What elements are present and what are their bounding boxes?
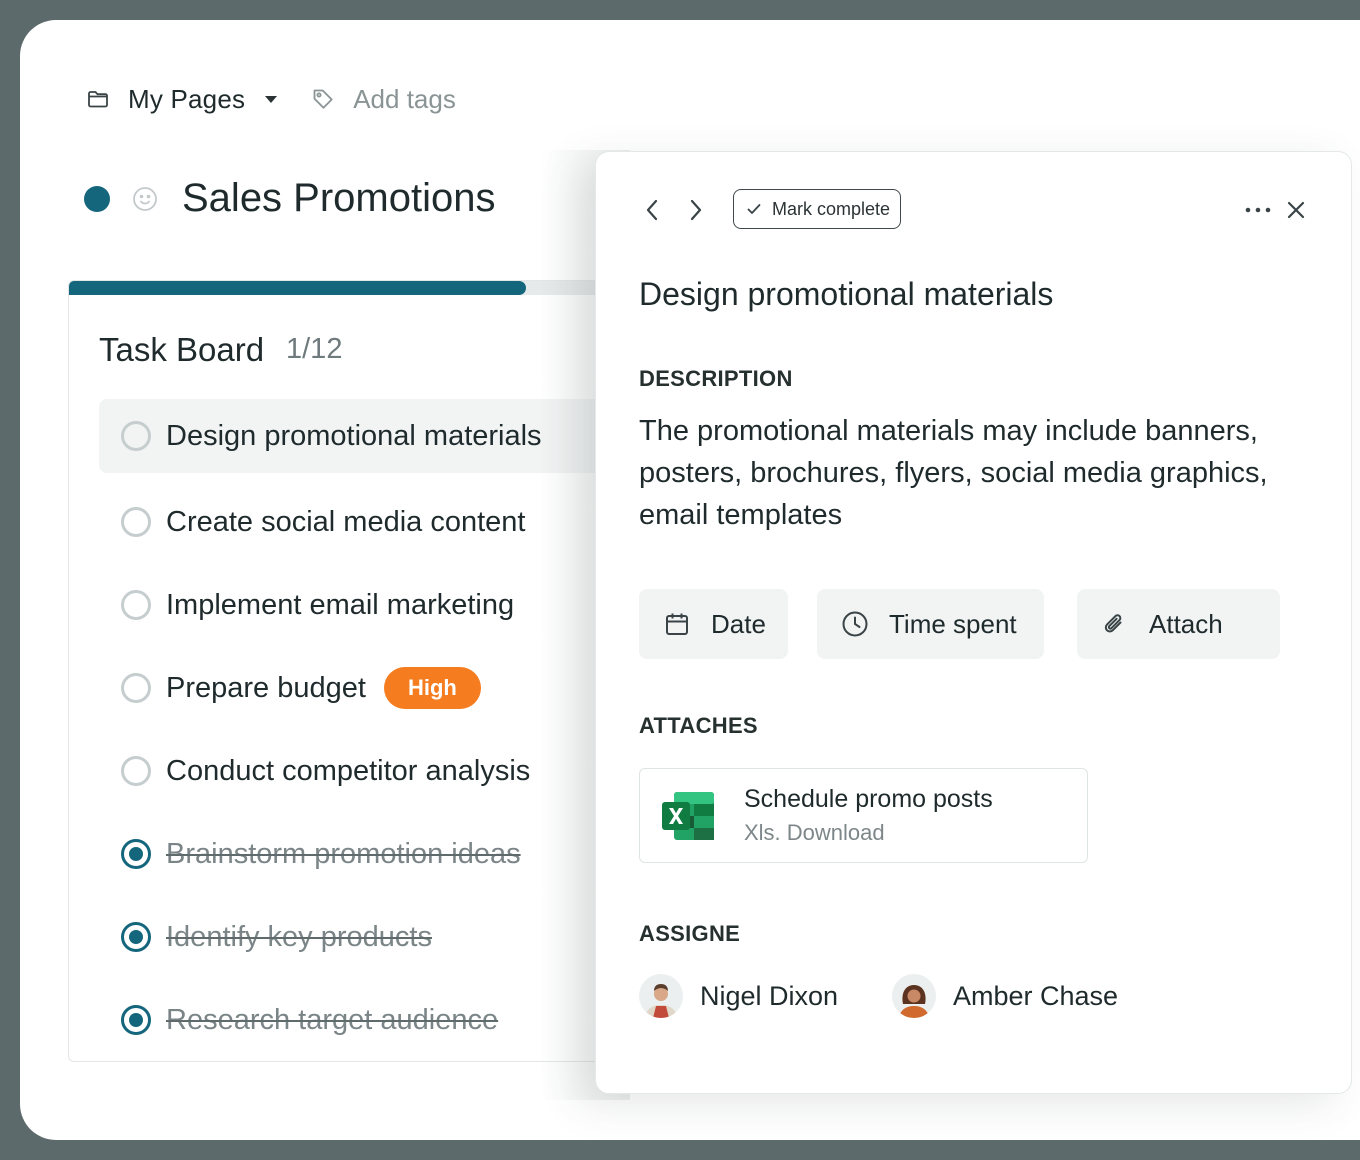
excel-file-icon	[660, 790, 716, 842]
calendar-icon	[663, 610, 691, 638]
attach-button[interactable]: Attach	[1077, 589, 1280, 659]
task-checkbox[interactable]	[121, 673, 151, 703]
attachment-name: Schedule promo posts	[744, 785, 993, 813]
description-heading: DESCRIPTION	[639, 366, 793, 391]
progress-fill	[69, 281, 527, 295]
assignee-amber[interactable]: Amber Chase	[892, 974, 1118, 1018]
task-label: Create social media content	[166, 505, 526, 538]
status-dot[interactable]	[84, 185, 110, 212]
date-label: Date	[711, 608, 766, 639]
mark-complete-label: Mark complete	[772, 198, 891, 219]
assignee-name: Nigel Dixon	[700, 980, 839, 1011]
task-label: Design promotional materials	[166, 419, 542, 452]
task-checkbox-checked[interactable]	[121, 1005, 151, 1035]
assignee-name: Amber Chase	[953, 980, 1119, 1011]
board-title: Task Board	[99, 331, 265, 368]
attach-label: Attach	[1149, 608, 1223, 639]
paperclip-icon	[1101, 610, 1129, 638]
clock-icon	[841, 610, 869, 638]
task-checkbox[interactable]	[121, 507, 151, 537]
avatar	[639, 974, 683, 1018]
close-icon[interactable]	[1282, 196, 1310, 224]
page-title: Sales Promotions	[182, 176, 496, 220]
task-checkbox[interactable]	[121, 756, 151, 786]
detail-task-title: Design promotional materials	[639, 276, 1054, 312]
task-checkbox[interactable]	[121, 590, 151, 620]
time-spent-label: Time spent	[889, 608, 1017, 639]
avatar	[892, 974, 936, 1018]
attachment-card[interactable]: Schedule promo posts Xls. Download	[639, 768, 1088, 863]
mark-complete-button[interactable]: Mark complete	[733, 189, 902, 229]
attachment-info: Schedule promo posts Xls. Download	[744, 785, 993, 846]
check-icon	[746, 201, 762, 217]
task-label: Brainstorm promotion ideas	[166, 837, 521, 870]
task-label: Research target audience	[166, 1003, 499, 1036]
task-label: Prepare budget	[166, 671, 366, 704]
task-checkbox-checked[interactable]	[121, 922, 151, 952]
date-button[interactable]: Date	[639, 589, 788, 659]
assignee-heading: ASSIGNE	[639, 921, 741, 946]
description-text[interactable]: The promotional materials may include ba…	[639, 410, 1319, 536]
task-label: Identify key products	[166, 920, 432, 953]
assignee-nigel[interactable]: Nigel Dixon	[639, 974, 838, 1018]
task-label: Conduct competitor analysis	[166, 754, 531, 787]
add-tags-button[interactable]: Add tags	[353, 84, 456, 115]
task-detail-panel: Mark complete Design promotional materia…	[595, 151, 1352, 1094]
page-header: Sales Promotions	[84, 176, 495, 221]
attaches-heading: ATTACHES	[639, 713, 758, 738]
tag-icon	[311, 87, 335, 111]
board-count: 1/12	[286, 333, 343, 365]
folder-icon	[86, 87, 110, 111]
smiley-icon[interactable]	[132, 186, 158, 212]
priority-badge: High	[383, 667, 481, 709]
more-options-icon[interactable]	[1244, 196, 1272, 224]
attachment-download-link[interactable]: Xls. Download	[744, 820, 993, 846]
task-checkbox-checked[interactable]	[121, 839, 151, 869]
task-label: Implement email marketing	[166, 588, 515, 621]
chevron-down-icon[interactable]	[265, 95, 278, 103]
chevron-right-icon[interactable]	[684, 196, 708, 224]
folder-breadcrumb[interactable]: My Pages	[128, 84, 245, 115]
chevron-left-icon[interactable]	[640, 196, 664, 224]
time-spent-button[interactable]: Time spent	[817, 589, 1044, 659]
page-topbar: My Pages Add tags	[86, 82, 456, 116]
task-checkbox[interactable]	[121, 421, 151, 451]
